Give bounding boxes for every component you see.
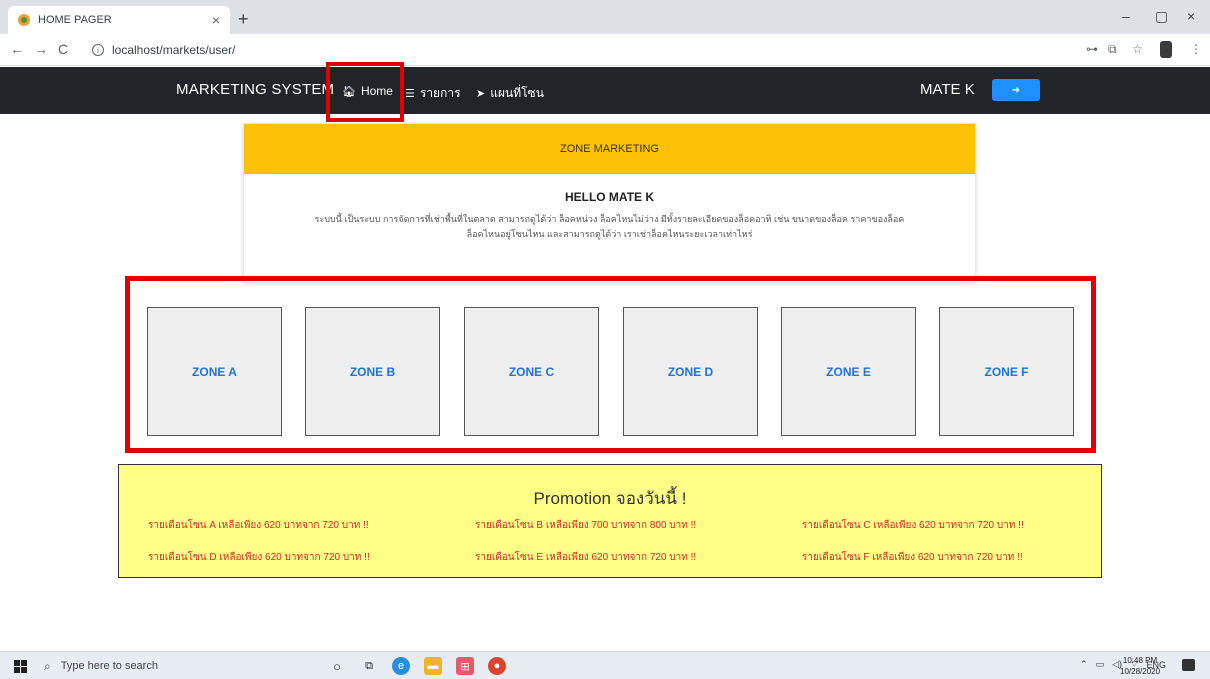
zone-a-tile[interactable]: ZONE A xyxy=(147,307,282,436)
nav-link-label: Home xyxy=(360,84,393,98)
greeting-title: HELLO MATE K xyxy=(564,190,655,204)
new-tab-button[interactable]: + xyxy=(238,9,249,30)
forward-arrow-icon[interactable]: → xyxy=(34,41,48,57)
nav-link-home[interactable]: 🏠︎ Home xyxy=(342,84,393,98)
brand-title[interactable]: MARKETING SYSTEM xyxy=(176,81,334,98)
battery-icon[interactable]: ▭ xyxy=(1096,659,1105,670)
welcome-card: ZONE MARKETING HELLO MATE K ระบบนี้ เป็น… xyxy=(243,123,976,283)
promotion-item: รายเดือนโซน B เหลือเพียง 700 บาทจาก 800 … xyxy=(475,520,697,531)
promotion-item: รายเดือนโซน A เหลือเพียง 620 บาทจาก 720 … xyxy=(148,520,369,531)
browser-tab[interactable]: HOME PAGER × xyxy=(8,6,230,34)
description-line-2: ล็อคไหนอยู่โซนไหน และสามารถดูได้ว่า เราเ… xyxy=(466,229,753,239)
notification-icon[interactable] xyxy=(1182,659,1195,671)
taskbar-clock[interactable]: 10:48 PM 10/28/2020 xyxy=(1120,655,1160,677)
back-arrow-icon[interactable]: ← xyxy=(10,41,24,57)
zone-b-tile[interactable]: ZONE B xyxy=(305,307,440,436)
url-field[interactable]: i localhost/markets/user/ xyxy=(92,39,235,61)
key-icon[interactable]: ⊶ xyxy=(1086,42,1098,56)
zone-e-tile[interactable]: ZONE E xyxy=(781,307,916,436)
star-bookmark-icon[interactable]: ☆ xyxy=(1132,42,1143,56)
clock-date: 10/28/2020 xyxy=(1120,667,1161,676)
tab-title: HOME PAGER xyxy=(38,14,112,26)
address-bar: ← → C i localhost/markets/user/ ⊶ ⧉ ☆ ⋮ xyxy=(0,34,1210,66)
nav-link-label: แผนที่โซน xyxy=(490,86,544,100)
maximize-button[interactable]: ▢ xyxy=(1155,8,1168,25)
url-text[interactable]: localhost/markets/user/ xyxy=(112,43,235,57)
location-arrow-icon: ➤ xyxy=(476,88,486,100)
file-explorer-icon[interactable]: ▬ xyxy=(424,657,442,675)
zone-c-tile[interactable]: ZONE C xyxy=(464,307,599,436)
promotion-title: Promotion จองวันนี้ ! xyxy=(533,489,687,508)
windows-taskbar: ⌕ Type here to search ○ ⧉ e ▬ ⊞ ● ⌃ ▭ ◁)… xyxy=(0,651,1210,679)
promotion-item: รายเดือนโซน F เหลือเพียง 620 บาทจาก 720 … xyxy=(802,552,1023,563)
search-icon: ⌕ xyxy=(44,658,51,673)
site-favicon-icon xyxy=(18,14,30,26)
translate-icon[interactable]: ⧉ xyxy=(1108,42,1117,57)
tab-close-icon[interactable]: × xyxy=(212,12,220,28)
profile-avatar-icon[interactable] xyxy=(1160,41,1172,58)
reload-icon[interactable]: C xyxy=(58,41,68,57)
clock-time: 10:48 PM xyxy=(1122,656,1158,665)
info-icon[interactable]: i xyxy=(92,44,104,56)
chevron-up-icon[interactable]: ⌃ xyxy=(1080,659,1088,670)
minimize-button[interactable]: – xyxy=(1122,8,1130,24)
browser-tab-bar: HOME PAGER × + – ▢ × xyxy=(0,0,1210,34)
list-icon: ☰ xyxy=(405,88,415,100)
promotion-box: Promotion จองวันนี้ ! รายเดือนโซน A เหลื… xyxy=(118,464,1102,578)
close-window-button[interactable]: × xyxy=(1187,8,1195,24)
cortana-icon[interactable]: ○ xyxy=(328,657,346,675)
nav-link-label: รายการ xyxy=(419,86,461,100)
chrome-browser-icon[interactable]: ● xyxy=(488,657,506,675)
promotion-item: รายเดือนโซน C เหลือเพียง 620 บาทจาก 720 … xyxy=(802,520,1024,531)
card-header: ZONE MARKETING xyxy=(244,124,975,174)
home-icon: 🏠︎ xyxy=(342,85,356,98)
app-navbar: MARKETING SYSTEM 🏠︎ Home ☰ รายการ ➤ แผนท… xyxy=(0,67,1210,114)
username-label: MATE K xyxy=(920,81,975,98)
zone-f-tile[interactable]: ZONE F xyxy=(939,307,1074,436)
promotion-item: รายเดือนโซน E เหลือเพียง 620 บาทจาก 720 … xyxy=(475,552,697,563)
nav-link-list[interactable]: ☰ รายการ xyxy=(405,84,461,103)
taskbar-search-input[interactable]: ⌕ Type here to search xyxy=(44,654,294,678)
description-line-1: ระบบนี้ เป็นระบบ การจัดการที่เช่าพื้นที่… xyxy=(314,214,905,224)
zone-d-tile[interactable]: ZONE D xyxy=(623,307,758,436)
logout-button[interactable]: ➜ xyxy=(992,79,1040,101)
windows-start-icon[interactable] xyxy=(14,660,27,673)
search-placeholder: Type here to search xyxy=(60,660,158,672)
task-view-icon[interactable]: ⧉ xyxy=(360,657,378,675)
store-app-icon[interactable]: ⊞ xyxy=(456,657,474,675)
sign-out-icon: ➜ xyxy=(1011,84,1021,96)
edge-browser-icon[interactable]: e xyxy=(392,657,410,675)
card-body: HELLO MATE K ระบบนี้ เป็นระบบ การจัดการท… xyxy=(244,174,975,242)
menu-kebab-icon[interactable]: ⋮ xyxy=(1190,42,1202,56)
promotion-item: รายเดือนโซน D เหลือเพียง 620 บาทจาก 720 … xyxy=(148,552,370,563)
nav-link-zone-map[interactable]: ➤ แผนที่โซน xyxy=(476,84,544,103)
